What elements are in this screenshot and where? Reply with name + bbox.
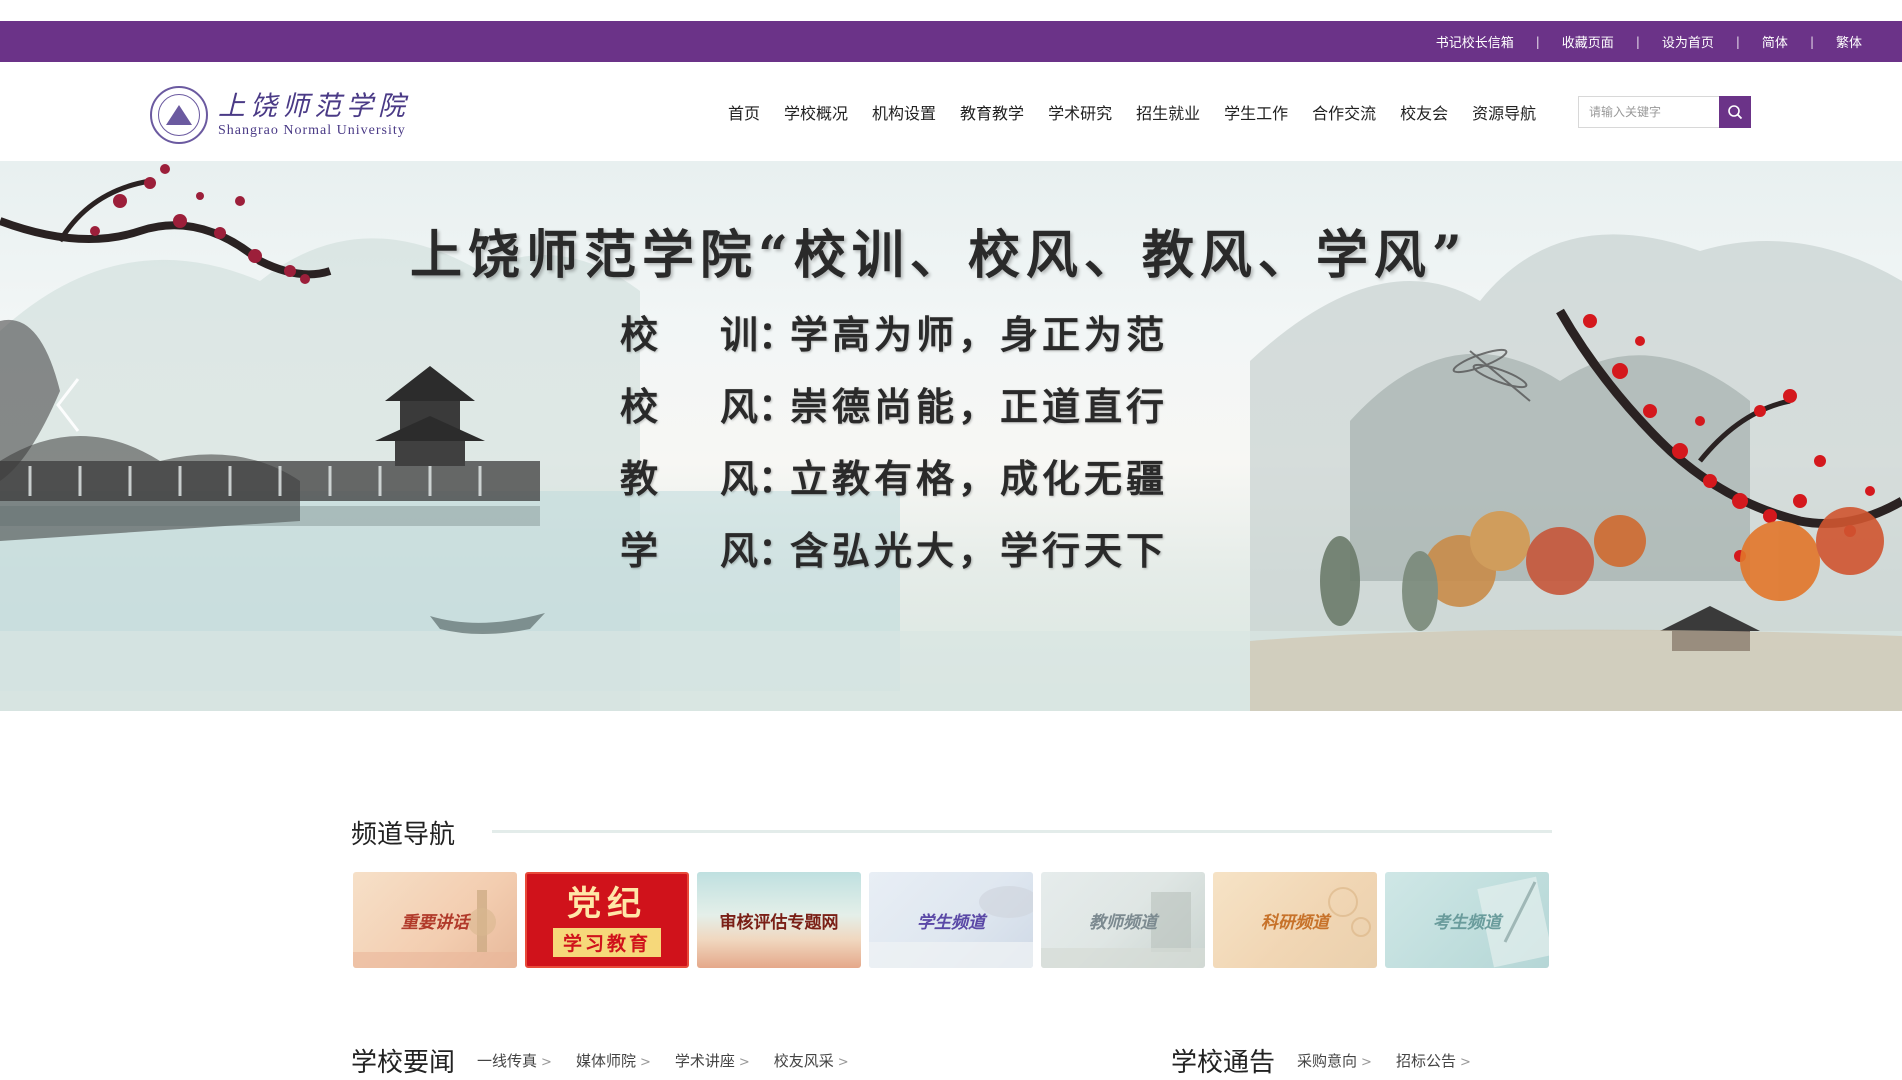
sublink-label: 媒体师院 — [575, 1052, 636, 1070]
channel-nav-title: 频道导航 — [351, 820, 456, 850]
nav-item-alumni[interactable]: 校友会 — [1400, 100, 1448, 124]
nav-item-research[interactable]: 学术研究 — [1048, 100, 1112, 124]
main-nav: 首页 学校概况 机构设置 教育教学 学术研究 招生就业 学生工作 合作交流 校友… — [728, 100, 1560, 124]
nav-item-cooperation[interactable]: 合作交流 — [1312, 100, 1376, 124]
motto-key-1: 学 — [620, 528, 659, 573]
channel-label: 审核评估专题网 — [719, 912, 839, 933]
logo-name-cn: 上饶师范学院 — [218, 91, 410, 122]
channel-label: 科研频道 — [1261, 912, 1329, 933]
channel-students[interactable]: 学生频道 — [869, 872, 1033, 968]
motto-key-1: 校 — [620, 384, 659, 429]
motto-key-1: 校 — [620, 312, 659, 357]
news-sublink-lectures[interactable]: 学术讲座 > — [675, 1050, 750, 1071]
banner-title: 上饶师范学院“校训、校风、教风、学风” — [410, 225, 1468, 286]
nav-item-student-affairs[interactable]: 学生工作 — [1224, 100, 1288, 124]
channel-party-discipline[interactable]: 党纪 学习教育 — [525, 872, 689, 968]
chevron-right-icon: > — [639, 1055, 651, 1070]
search-icon — [1728, 105, 1743, 120]
news-title[interactable]: 学校要闻 — [351, 1042, 455, 1079]
site-header: 上饶师范学院 Shangrao Normal University 首页 学校概… — [0, 62, 1902, 161]
chevron-right-icon: > — [1459, 1055, 1471, 1070]
notices-header: 学校通告 采购意向 > 招标公告 > — [1171, 1042, 1495, 1079]
banner-prev-button[interactable] — [52, 375, 84, 435]
motto-value: 含弘光大，学行天下 — [790, 528, 1169, 573]
hero-banner[interactable]: 上饶师范学院“校训、校风、教风、学风” 校 训： 学高为师，身正为范 校 风： … — [0, 161, 1902, 711]
bookmark-page-link[interactable]: 收藏页面 — [1540, 32, 1636, 51]
motto-line: 校 风： 崇德尚能，正道直行 — [620, 376, 1168, 431]
notices-title[interactable]: 学校通告 — [1171, 1042, 1275, 1079]
set-homepage-link[interactable]: 设为首页 — [1640, 32, 1736, 51]
nav-item-resources[interactable]: 资源导航 — [1472, 100, 1536, 124]
motto-line: 教 风： 立教有格，成化无疆 — [620, 448, 1168, 503]
channel-label: 学生频道 — [917, 912, 985, 933]
nav-item-organization[interactable]: 机构设置 — [872, 100, 936, 124]
channel-nav-header: 频道导航 — [351, 814, 455, 851]
motto-value: 学高为师，身正为范 — [790, 312, 1169, 357]
channel-audit-evaluation[interactable]: 审核评估专题网 — [697, 872, 861, 968]
motto-key-2: 风： — [720, 456, 797, 501]
channel-important-speeches[interactable]: 重要讲话 — [353, 872, 517, 968]
channel-applicants[interactable]: 考生频道 — [1385, 872, 1549, 968]
top-utility-links: 书记校长信箱 | 收藏页面 | 设为首页 | 简体 | 繁体 — [1414, 21, 1884, 62]
channel-teachers[interactable]: 教师频道 — [1041, 872, 1205, 968]
traditional-chinese-link[interactable]: 繁体 — [1814, 32, 1884, 51]
search-button[interactable] — [1719, 96, 1751, 128]
principal-mailbox-link[interactable]: 书记校长信箱 — [1414, 32, 1536, 51]
news-sublink-alumni[interactable]: 校友风采 > — [774, 1050, 849, 1071]
notices-sublink-tender[interactable]: 招标公告 > — [1396, 1050, 1471, 1071]
section-divider — [492, 830, 1552, 833]
chevron-right-icon: > — [1361, 1055, 1372, 1070]
motto-line: 校 训： 学高为师，身正为范 — [620, 304, 1168, 359]
motto-value: 崇德尚能，正道直行 — [790, 384, 1169, 429]
notices-sublinks: 采购意向 > 招标公告 > — [1297, 1050, 1495, 1071]
news-sublink-frontline[interactable]: 一线传真 > — [477, 1050, 552, 1071]
nav-item-education[interactable]: 教育教学 — [960, 100, 1024, 124]
motto-key-2: 训： — [720, 312, 797, 357]
chevron-left-icon — [56, 378, 80, 432]
channel-label: 重要讲话 — [401, 912, 469, 933]
chevron-right-icon: > — [837, 1055, 849, 1070]
motto-value: 立教有格，成化无疆 — [790, 456, 1169, 501]
logo-text: 上饶师范学院 Shangrao Normal University — [218, 91, 410, 139]
motto-line: 学 风： 含弘光大，学行天下 — [620, 520, 1168, 575]
channel-research[interactable]: 科研频道 — [1213, 872, 1377, 968]
channel-label: 教师频道 — [1089, 912, 1157, 933]
university-seal-icon — [150, 86, 208, 144]
motto-key-2: 风： — [720, 384, 797, 429]
channel-label-main: 党纪 — [567, 883, 647, 924]
logo-name-en: Shangrao Normal University — [218, 123, 406, 138]
news-sublink-media[interactable]: 媒体师院 > — [576, 1050, 651, 1071]
chevron-right-icon: > — [541, 1055, 552, 1070]
channel-label: 考生频道 — [1433, 912, 1501, 933]
motto-key-1: 教 — [620, 456, 659, 501]
sublink-label: 招标公告 — [1395, 1052, 1456, 1070]
channel-label-sub: 学习教育 — [552, 927, 661, 957]
news-sublinks: 一线传真 > 媒体师院 > 学术讲座 > 校友风采 > — [477, 1050, 873, 1071]
search-input[interactable] — [1579, 97, 1719, 127]
simplified-chinese-link[interactable]: 简体 — [1740, 32, 1810, 51]
sublink-label: 校友风采 — [773, 1052, 834, 1070]
nav-item-home[interactable]: 首页 — [728, 100, 760, 124]
sublink-label: 学术讲座 — [674, 1052, 735, 1070]
channel-list: 重要讲话 党纪 学习教育 审核评估专题网 学生频道 教师频道 科研频道 考生频道 — [353, 872, 1557, 968]
notices-sublink-procurement[interactable]: 采购意向 > — [1297, 1050, 1372, 1071]
university-logo[interactable]: 上饶师范学院 Shangrao Normal University — [150, 86, 422, 144]
sublink-label: 采购意向 — [1297, 1052, 1358, 1070]
news-header: 学校要闻 一线传真 > 媒体师院 > 学术讲座 > 校友风采 > — [351, 1042, 873, 1079]
search-box — [1578, 96, 1751, 128]
motto-key-2: 风： — [720, 528, 797, 573]
chevron-right-icon: > — [738, 1055, 750, 1070]
top-utility-bar: 书记校长信箱 | 收藏页面 | 设为首页 | 简体 | 繁体 — [0, 21, 1902, 62]
nav-item-overview[interactable]: 学校概况 — [784, 100, 848, 124]
nav-item-admission[interactable]: 招生就业 — [1136, 100, 1200, 124]
sublink-label: 一线传真 — [477, 1052, 538, 1070]
